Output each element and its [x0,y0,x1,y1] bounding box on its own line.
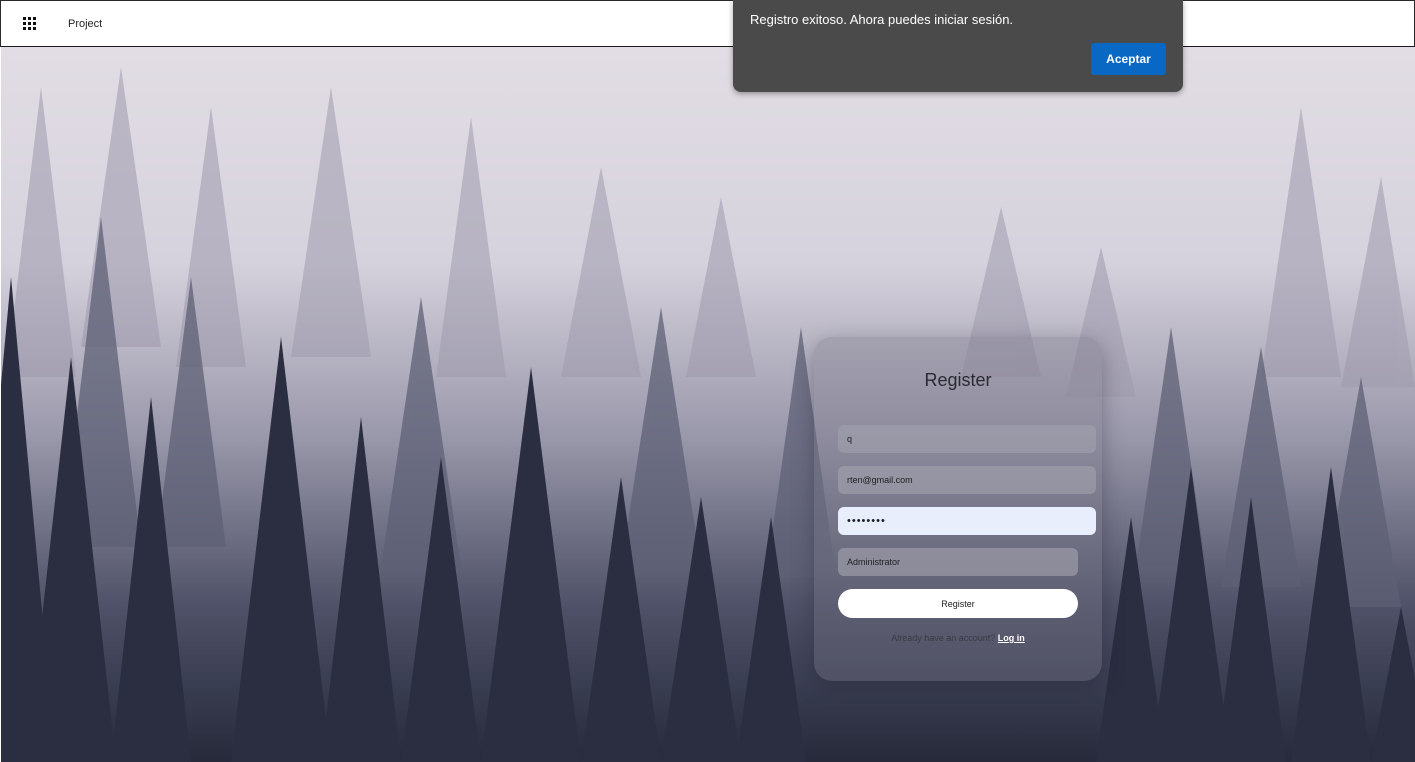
role-select[interactable]: Administrator [838,548,1078,576]
app-title: Project [68,17,103,30]
accept-button[interactable]: Aceptar [1091,43,1166,75]
login-link[interactable]: Log in [998,633,1025,643]
register-card: Register Administrator Register Already … [814,337,1102,681]
dialog-message: Registro exitoso. Ahora puedes iniciar s… [750,12,1014,27]
name-input[interactable] [838,425,1096,453]
success-dialog: Registro exitoso. Ahora puedes iniciar s… [733,0,1183,92]
login-prompt-text: Already have an account? [891,633,996,643]
grid-icon [22,17,36,30]
login-prompt-row: Already have an account? Log in [814,633,1102,643]
role-select-value: Administrator [847,557,901,567]
register-button[interactable]: Register [838,589,1078,618]
forest-background-image [1,47,1415,762]
password-input[interactable] [838,507,1096,535]
top-app-bar: Project [0,0,1415,47]
apps-menu-button[interactable] [1,1,57,46]
register-title: Register [924,370,992,390]
email-input[interactable] [838,466,1096,494]
